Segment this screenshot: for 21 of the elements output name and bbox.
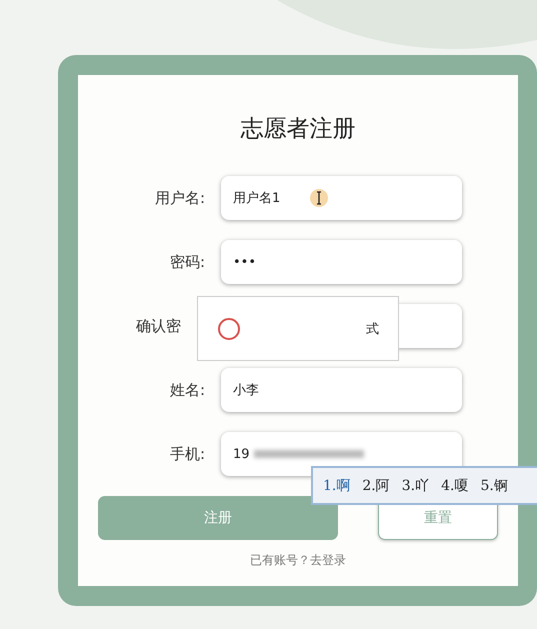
login-link[interactable]: 已有账号？去登录 — [250, 552, 346, 569]
tooltip-text: 式 — [366, 320, 379, 338]
field-label: 用户名: — [154, 188, 205, 208]
ime-candidate[interactable]: 2.阿 — [362, 476, 390, 494]
input-field[interactable]: ••• — [221, 240, 462, 284]
field-value: 小李 — [233, 382, 259, 399]
field-value: ••• — [233, 254, 256, 270]
field-value: 用户名1 — [233, 190, 280, 207]
field-label: 姓名: — [168, 380, 205, 400]
field-label: 确认密 — [135, 316, 182, 336]
ime-candidate[interactable]: 5.锕 — [480, 476, 508, 494]
ime-candidate[interactable]: 4.嗄 — [441, 476, 468, 494]
field-label: 密码: — [168, 252, 205, 272]
field-value: 19 — [233, 446, 250, 462]
input-field[interactable]: 小李 — [221, 368, 462, 412]
input-field[interactable]: 用户名1 — [221, 176, 462, 220]
ime-candidate[interactable]: 1.啊 — [323, 476, 350, 494]
warning-icon — [218, 318, 240, 340]
ime-candidate[interactable]: 3.吖 — [402, 476, 430, 494]
form-title: 志愿者注册 — [240, 115, 356, 144]
field-label: 手机: — [168, 444, 205, 464]
